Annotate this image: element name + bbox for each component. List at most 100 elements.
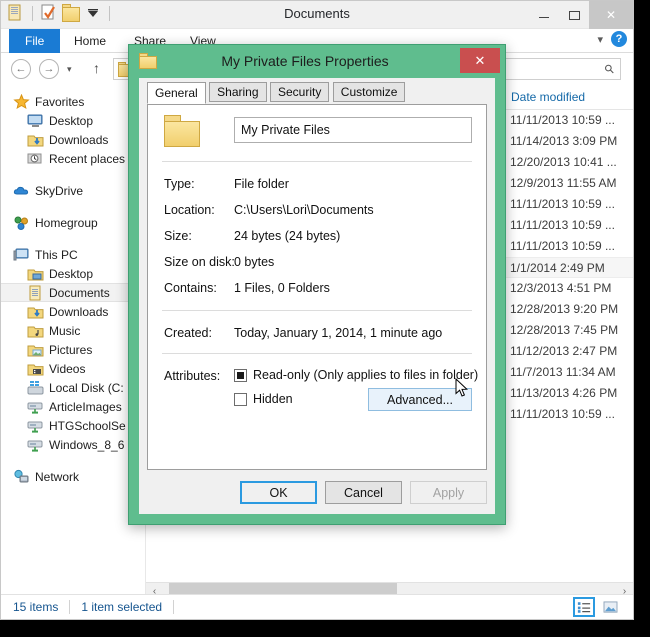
network-drive-icon xyxy=(27,399,44,415)
property-label: Size: xyxy=(164,229,192,243)
up-button[interactable]: ↑ xyxy=(93,60,100,76)
hidden-label: Hidden xyxy=(253,392,293,406)
downloads-folder-icon xyxy=(27,304,44,320)
cell-date: 11/11/2013 10:59 ... xyxy=(510,218,615,232)
property-created: Created: Today, January 1, 2014, 1 minut… xyxy=(148,321,486,347)
dialog-close-button[interactable]: ✕ xyxy=(460,48,500,73)
help-icon[interactable]: ? xyxy=(611,31,627,47)
nav-item-downloads-pc[interactable]: Downloads xyxy=(1,302,145,321)
title-bar: Documents ✕ xyxy=(1,1,633,29)
nav-item-desktop-pc[interactable]: Desktop xyxy=(1,264,145,283)
large-folder-icon xyxy=(164,115,200,147)
nav-item-videos[interactable]: Videos xyxy=(1,359,145,378)
nav-spacer-2 xyxy=(1,200,145,213)
network-drive-icon xyxy=(27,437,44,453)
attributes-section: Attributes: Read-only (Only applies to f… xyxy=(148,364,486,420)
properties-dialog: My Private Files Properties ✕ General Sh… xyxy=(128,44,506,525)
recent-locations-dropdown-icon[interactable]: ▾ xyxy=(67,64,72,75)
nav-group-homegroup[interactable]: Homegroup xyxy=(1,213,145,232)
cell-date: 11/11/2013 10:59 ... xyxy=(510,239,615,253)
navigation-pane[interactable]: Favorites Desktop Downloads Recent place… xyxy=(1,86,146,619)
nav-label: SkyDrive xyxy=(35,183,84,198)
nav-spacer-4 xyxy=(1,454,145,467)
nav-group-skydrive[interactable]: SkyDrive xyxy=(1,181,145,200)
network-drive-icon xyxy=(27,418,44,434)
cell-date: 11/12/2013 2:47 PM xyxy=(510,344,618,358)
details-view-button[interactable] xyxy=(573,597,595,617)
property-label: Contains: xyxy=(164,281,217,295)
tab-sharing[interactable]: Sharing xyxy=(209,82,267,102)
ok-button[interactable]: OK xyxy=(240,481,317,504)
ribbon-tab-home[interactable]: Home xyxy=(63,29,117,53)
cell-date: 11/11/2013 10:59 ... xyxy=(510,197,615,211)
mouse-cursor xyxy=(455,377,469,398)
property-value: 0 bytes xyxy=(234,255,275,269)
folder-name-input[interactable]: My Private Files xyxy=(234,117,472,143)
window-controls: ✕ xyxy=(529,1,633,29)
property-label: Size on disk: xyxy=(164,255,235,269)
cell-date: 11/13/2013 4:26 PM xyxy=(510,386,618,400)
nav-item-local-disk[interactable]: Local Disk (C: xyxy=(1,378,145,397)
recent-places-icon xyxy=(27,151,44,167)
forward-button[interactable]: → xyxy=(39,59,59,79)
pictures-folder-icon xyxy=(27,342,44,358)
tab-security[interactable]: Security xyxy=(269,82,330,102)
nav-item-pictures[interactable]: Pictures xyxy=(1,340,145,359)
maximize-button[interactable] xyxy=(559,1,589,29)
column-header-date-modified[interactable]: Date modified xyxy=(502,90,585,104)
nav-group-network[interactable]: Network xyxy=(1,467,145,486)
property-size: Size: 24 bytes (24 bytes) xyxy=(148,224,486,250)
network-icon xyxy=(13,469,30,485)
nav-label: Videos xyxy=(49,361,86,376)
nav-item-downloads-fav[interactable]: Downloads xyxy=(1,130,145,149)
tab-customize[interactable]: Customize xyxy=(332,82,406,102)
videos-folder-icon xyxy=(27,361,44,377)
dialog-body: General Sharing Security Customize My Pr… xyxy=(139,78,495,514)
property-value: Today, January 1, 2014, 1 minute ago xyxy=(234,326,443,340)
nav-group-favorites[interactable]: Favorites xyxy=(1,92,145,111)
cell-date: 12/9/2013 11:55 AM xyxy=(510,176,617,190)
general-tab-panel: My Private Files Type: File folder Locat… xyxy=(147,104,487,470)
status-divider-2 xyxy=(173,600,175,614)
nav-label: Music xyxy=(49,323,81,338)
status-selection: 1 item selected xyxy=(81,600,163,614)
nav-label: Network xyxy=(35,469,80,484)
cell-date: 12/28/2013 7:45 PM xyxy=(510,323,619,337)
nav-item-desktop-fav[interactable]: Desktop xyxy=(1,111,145,130)
hidden-checkbox-row[interactable]: Hidden xyxy=(234,392,293,406)
nav-label: Recent places xyxy=(49,151,126,166)
property-label: Type: xyxy=(164,177,195,191)
nav-item-articleimages[interactable]: ArticleImages xyxy=(1,397,145,416)
chevron-down-icon[interactable]: ▾ xyxy=(597,33,603,46)
nav-label: Desktop xyxy=(49,266,94,281)
nav-label: Windows_8_6 xyxy=(49,437,125,452)
property-contains: Contains: 1 Files, 0 Folders xyxy=(148,276,486,302)
dialog-title: My Private Files Properties xyxy=(221,53,389,69)
readonly-checkbox-row[interactable]: Read-only (Only applies to files in fold… xyxy=(234,368,478,382)
downloads-folder-icon xyxy=(27,132,44,148)
nav-item-htgschoolse[interactable]: HTGSchoolSe xyxy=(1,416,145,435)
nav-item-recent-places[interactable]: Recent places xyxy=(1,149,145,168)
folder-icon xyxy=(139,53,157,69)
close-button[interactable]: ✕ xyxy=(589,1,633,29)
nav-label: Downloads xyxy=(49,304,109,319)
homegroup-icon xyxy=(13,215,30,231)
cell-date: 12/28/2013 9:20 PM xyxy=(510,302,619,316)
tab-general[interactable]: General xyxy=(147,82,206,104)
back-button[interactable]: ← xyxy=(11,59,31,79)
nav-item-music[interactable]: Music xyxy=(1,321,145,340)
hidden-checkbox[interactable] xyxy=(234,392,247,406)
nav-label: Downloads xyxy=(49,132,109,147)
apply-button[interactable]: Apply xyxy=(410,481,487,504)
large-icons-view-button[interactable] xyxy=(599,597,621,617)
cell-date: 11/11/2013 10:59 ... xyxy=(510,407,615,421)
nav-item-windows-8-6[interactable]: Windows_8_6 xyxy=(1,435,145,454)
minimize-button[interactable] xyxy=(529,1,559,29)
ribbon-tab-file[interactable]: File xyxy=(9,29,61,53)
property-label: Location: xyxy=(164,203,215,217)
cancel-button[interactable]: Cancel xyxy=(325,481,402,504)
nav-label: Pictures xyxy=(49,342,93,357)
sidebar-item-documents[interactable]: Documents xyxy=(1,283,145,302)
nav-group-this-pc[interactable]: This PC xyxy=(1,245,145,264)
readonly-checkbox[interactable] xyxy=(234,368,247,382)
